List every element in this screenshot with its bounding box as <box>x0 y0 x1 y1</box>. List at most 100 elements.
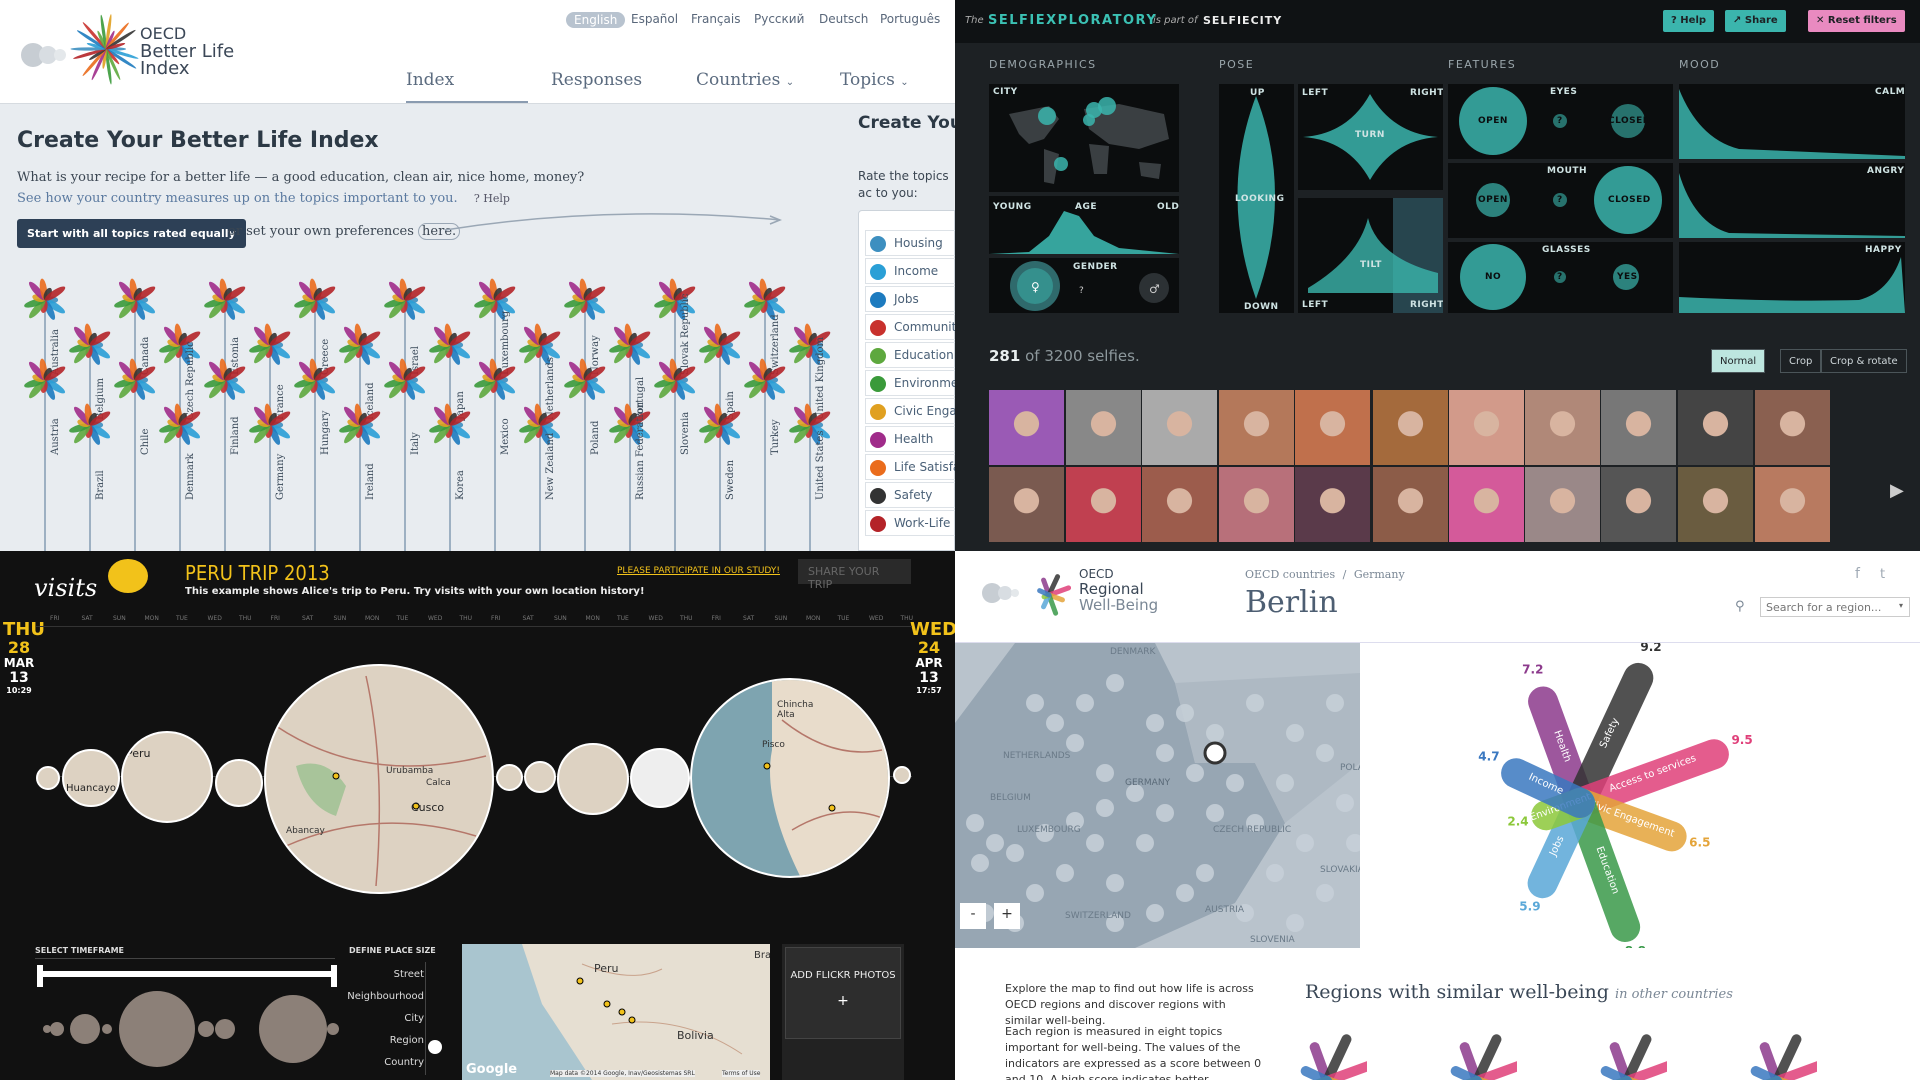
selfie-thumbnail[interactable] <box>1449 467 1524 542</box>
region-dot[interactable] <box>1096 799 1114 817</box>
mode-crop-rotate-button[interactable]: Crop & rotate <box>1821 349 1907 373</box>
region-dot[interactable] <box>1286 724 1304 742</box>
region-dot[interactable] <box>1346 834 1360 852</box>
selfie-thumbnail[interactable] <box>1373 390 1448 465</box>
region-dot[interactable] <box>1026 694 1044 712</box>
lang-francais[interactable]: Français <box>691 12 740 26</box>
selfie-thumbnail[interactable] <box>989 467 1064 542</box>
age-filter[interactable]: YOUNG AGE OLD <box>989 196 1179 254</box>
facebook-icon[interactable]: f <box>1855 566 1860 582</box>
topic-item[interactable]: Life Satisfaction <box>865 454 955 480</box>
place-size-option[interactable]: Country <box>320 1057 424 1068</box>
angry-filter[interactable]: ANGRY <box>1679 163 1905 238</box>
region-dot[interactable] <box>1156 804 1174 822</box>
region-dot[interactable] <box>971 854 989 872</box>
lang-espanol[interactable]: Español <box>631 12 678 26</box>
mouth-filter[interactable]: MOUTH OPEN ? CLOSED <box>1448 163 1673 238</box>
region-dot[interactable] <box>1106 874 1124 892</box>
topic-item[interactable]: Civic Engagement <box>865 398 955 424</box>
help-link[interactable]: ? Help <box>474 192 510 205</box>
region-dot[interactable] <box>1266 864 1284 882</box>
region-dot[interactable] <box>1206 724 1224 742</box>
place-circle-cusco[interactable]: Urubamba Calca Cusco Abancay <box>264 664 494 894</box>
region-dot[interactable] <box>1286 914 1304 932</box>
lang-russian[interactable]: Русский <box>754 12 804 26</box>
region-dot[interactable] <box>1026 884 1044 902</box>
topic-item[interactable]: Environment <box>865 370 955 396</box>
topic-item[interactable]: Community <box>865 314 955 340</box>
region-dot[interactable] <box>1046 714 1064 732</box>
region-dot[interactable] <box>1336 794 1354 812</box>
calm-filter[interactable]: CALM <box>1679 84 1905 159</box>
size-handle[interactable] <box>428 1040 442 1054</box>
region-dot[interactable] <box>1206 804 1224 822</box>
glasses-filter[interactable]: GLASSES NO ? YES <box>1448 242 1673 313</box>
topic-item[interactable]: Jobs <box>865 286 955 312</box>
selfie-thumbnail[interactable] <box>1678 390 1753 465</box>
region-dot[interactable] <box>1326 694 1344 712</box>
region-dot[interactable] <box>1156 744 1174 762</box>
selfie-thumbnail[interactable] <box>1678 467 1753 542</box>
place-circle[interactable] <box>36 766 60 790</box>
selfie-thumbnail[interactable] <box>1142 390 1217 465</box>
similar-region-flower[interactable] <box>1587 1021 1667 1080</box>
region-dot[interactable] <box>1246 694 1264 712</box>
lang-deutsch[interactable]: Deutsch <box>819 12 868 26</box>
eyes-filter[interactable]: EYES OPEN ? CLOSED <box>1448 84 1673 159</box>
next-arrow-icon[interactable]: ▶ <box>1890 480 1904 501</box>
start-equal-button[interactable]: Start with all topics rated equally <box>17 219 246 248</box>
terms-link[interactable]: Terms of Use <box>722 1070 761 1077</box>
search-icon[interactable]: ⚲ <box>1735 599 1745 614</box>
country-flower[interactable] <box>780 395 840 551</box>
region-dot[interactable] <box>1186 764 1204 782</box>
add-flickr-button[interactable]: ADD FLICKR PHOTOS + <box>785 947 901 1039</box>
selected-region-berlin[interactable] <box>1203 741 1227 765</box>
region-dot[interactable] <box>1066 734 1084 752</box>
topic-item[interactable]: Health <box>865 426 955 452</box>
topic-item[interactable]: Housing <box>865 230 955 256</box>
gender-filter[interactable]: GENDER ♀ ? ♂ <box>989 258 1179 313</box>
place-circle-pisco[interactable]: Chincha Alta Pisco <box>690 678 890 878</box>
region-dot[interactable] <box>1006 844 1024 862</box>
region-dot[interactable] <box>1106 674 1124 692</box>
region-dot[interactable] <box>1296 834 1314 852</box>
selfie-thumbnail[interactable] <box>1295 467 1370 542</box>
place-circle-huancayo[interactable]: Huancayo <box>62 749 120 807</box>
place-circle-peru[interactable]: Peru <box>121 731 213 823</box>
selfiecity-link[interactable]: SELFIECITY <box>1203 14 1282 27</box>
place-circle[interactable] <box>630 748 690 808</box>
zoom-in-button[interactable]: + <box>994 903 1020 929</box>
selfie-thumbnail[interactable] <box>1219 390 1294 465</box>
selfie-thumbnail[interactable] <box>1373 467 1448 542</box>
tab-index[interactable]: Index <box>406 70 528 103</box>
region-dot[interactable] <box>986 834 1004 852</box>
share-button[interactable]: ↗ Share <box>1725 10 1786 32</box>
intro-link[interactable]: See how your country measures up on the … <box>17 191 510 206</box>
twitter-icon[interactable]: t <box>1880 567 1885 582</box>
selfie-thumbnail[interactable] <box>1601 390 1676 465</box>
happy-filter[interactable]: HAPPY <box>1679 242 1905 313</box>
place-circle[interactable] <box>893 766 911 784</box>
region-dot[interactable] <box>1146 904 1164 922</box>
selfie-thumbnail[interactable] <box>1525 467 1600 542</box>
share-trip-button[interactable]: SHARE YOUR TRIP <box>798 559 911 591</box>
search-input[interactable] <box>1760 597 1910 617</box>
topic-item[interactable]: Education <box>865 342 955 368</box>
selfie-thumbnail[interactable] <box>1142 467 1217 542</box>
place-size-option[interactable]: Region <box>320 1035 424 1046</box>
overview-map[interactable]: Peru Bolivia Bra Google Map data ©2014 G… <box>462 944 770 1080</box>
country-label[interactable]: United States <box>815 431 826 500</box>
lang-english[interactable]: English <box>566 12 626 28</box>
place-size-option[interactable]: City <box>320 1013 424 1024</box>
region-dot[interactable] <box>1196 864 1214 882</box>
mode-normal-button[interactable]: Normal <box>1711 349 1766 373</box>
selfie-thumbnail[interactable] <box>1219 467 1294 542</box>
tilt-filter[interactable]: TILT LEFT RIGHT <box>1298 198 1443 313</box>
region-dot[interactable] <box>1176 884 1194 902</box>
region-dot[interactable] <box>1316 744 1334 762</box>
place-circle[interactable] <box>496 764 523 791</box>
selfie-thumbnail[interactable] <box>1755 467 1830 542</box>
place-circle[interactable] <box>215 759 263 807</box>
breadcrumb-germany[interactable]: Germany <box>1354 568 1405 581</box>
place-circle[interactable] <box>524 761 556 793</box>
